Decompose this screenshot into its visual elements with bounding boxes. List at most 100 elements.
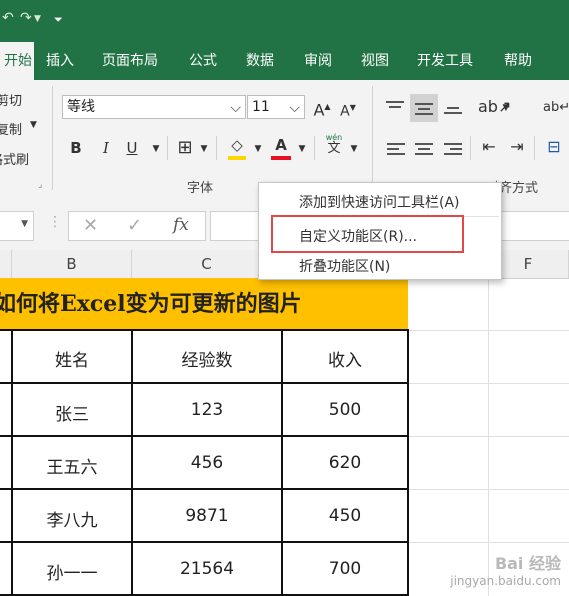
- name-box-dropdown-icon[interactable]: ▼: [21, 219, 28, 229]
- enter-icon[interactable]: ✓: [127, 215, 142, 236]
- table-cell[interactable]: 王五六: [12, 453, 132, 478]
- drag-handle-icon[interactable]: ⋮: [48, 214, 62, 230]
- redo-icon[interactable]: ↷: [20, 10, 32, 26]
- increase-font-size-button[interactable]: A▲: [312, 96, 332, 121]
- font-color-dropdown-icon[interactable]: ▼: [296, 138, 308, 160]
- underline-button[interactable]: U: [122, 137, 142, 159]
- table-cell[interactable]: 张三: [12, 400, 132, 425]
- separator: [314, 136, 315, 160]
- highlight-box: [271, 215, 464, 253]
- formula-buttons: ✕ ✓ fx: [68, 211, 206, 241]
- tab-developer[interactable]: 开发工具: [415, 42, 475, 80]
- fill-color-dropdown-icon[interactable]: ▼: [252, 138, 264, 160]
- table-cell[interactable]: 9871: [132, 506, 282, 526]
- tab-insert[interactable]: 插入: [44, 42, 76, 80]
- table-cell[interactable]: 456: [132, 453, 282, 473]
- tab-page-layout[interactable]: 页面布局: [100, 42, 160, 80]
- separator: [216, 136, 217, 160]
- fill-color-icon[interactable]: ◇: [226, 134, 248, 160]
- gridline: [488, 278, 489, 596]
- title-bar: ↶ ↷ ▼ ⏷: [0, 0, 569, 42]
- font-name-value: 等线: [67, 99, 95, 115]
- sheet-title: 如何将Excel变为可更新的图片: [0, 291, 302, 317]
- phonetic-guide-button[interactable]: wén 文: [322, 132, 346, 155]
- align-bottom-icon[interactable]: [444, 104, 462, 117]
- watermark-url: jingyan.baidu.com: [450, 574, 561, 588]
- font-size-combo[interactable]: 11 ⌵: [247, 95, 305, 119]
- table-cell[interactable]: 21564: [132, 559, 282, 579]
- header-cell-name[interactable]: 姓名: [12, 346, 132, 371]
- italic-button[interactable]: I: [96, 137, 116, 159]
- tab-review[interactable]: 审阅: [302, 42, 334, 80]
- tab-help[interactable]: 帮助: [502, 42, 534, 80]
- table-cell[interactable]: 李八九: [12, 506, 132, 531]
- column-header-b[interactable]: B: [12, 250, 132, 278]
- tab-home[interactable]: 开始: [0, 42, 34, 80]
- customize-quick-access-icon[interactable]: ⏷: [54, 13, 63, 27]
- decrease-indent-icon[interactable]: ⇤: [478, 136, 500, 158]
- decrease-font-size-button[interactable]: A▼: [338, 97, 358, 123]
- align-center-icon[interactable]: [415, 140, 433, 158]
- gridline: [408, 436, 569, 437]
- insert-function-icon[interactable]: fx: [173, 215, 189, 235]
- redo-dropdown-icon[interactable]: ▼: [34, 14, 41, 24]
- header-cell-experience[interactable]: 经验数: [132, 346, 282, 371]
- orientation-icon[interactable]: ab↗: [478, 96, 511, 118]
- table-cell[interactable]: 123: [132, 400, 282, 420]
- merge-center-icon[interactable]: ⊟: [543, 136, 565, 158]
- tab-formulas[interactable]: 公式: [187, 42, 219, 80]
- name-box[interactable]: ▼: [0, 211, 34, 241]
- gridline: [408, 383, 569, 384]
- table-cell[interactable]: 620: [282, 453, 408, 473]
- underline-dropdown-icon[interactable]: ▼: [150, 138, 162, 160]
- gridline: [408, 489, 569, 490]
- table-cell[interactable]: 450: [282, 506, 408, 526]
- menu-item-add-to-quick-access[interactable]: 添加到快速访问工具栏(A): [299, 192, 460, 212]
- undo-icon[interactable]: ↶: [2, 10, 14, 26]
- tab-view[interactable]: 视图: [359, 42, 391, 80]
- align-left-icon[interactable]: [387, 140, 405, 158]
- wrap-text-icon[interactable]: ab↵: [543, 97, 569, 119]
- table-border: [0, 382, 409, 384]
- clipboard-launcher-icon[interactable]: ⌟: [38, 180, 42, 190]
- table-cell[interactable]: 500: [282, 400, 408, 420]
- separator: [534, 136, 535, 160]
- bold-button[interactable]: B: [66, 137, 86, 159]
- table-cell[interactable]: 孙一一: [12, 559, 132, 584]
- phonetic-dropdown-icon[interactable]: ▼: [348, 138, 360, 160]
- chevron-down-icon[interactable]: ⌵: [230, 97, 241, 119]
- table-cell[interactable]: 700: [282, 559, 408, 579]
- separator: [470, 136, 471, 160]
- increase-indent-icon[interactable]: ⇥: [506, 136, 528, 158]
- cancel-icon[interactable]: ✕: [83, 215, 98, 236]
- border-dropdown-icon[interactable]: ▼: [198, 138, 210, 160]
- separator: [52, 86, 53, 190]
- copy-button[interactable]: 复制: [0, 119, 22, 138]
- font-name-combo[interactable]: 等线 ⌵: [62, 95, 246, 119]
- table-border: [0, 488, 409, 490]
- tab-data[interactable]: 数据: [244, 42, 276, 80]
- border-icon[interactable]: ⊞: [174, 137, 196, 159]
- table-border: [0, 329, 409, 331]
- copy-dropdown-icon[interactable]: ▼: [30, 120, 37, 130]
- orientation-dropdown-icon[interactable]: ▼: [500, 97, 512, 119]
- table-border: [0, 435, 409, 437]
- sheet-title-cell[interactable]: 如何将Excel变为可更新的图片: [0, 278, 408, 330]
- font-group-label: 字体: [187, 181, 214, 196]
- table-border: [0, 541, 409, 543]
- ribbon-tabs: 开始 插入 页面布局 公式 数据 审阅 视图 开发工具 帮助: [0, 42, 569, 80]
- watermark: Bai 经验 jingyan.baidu.com: [450, 550, 561, 588]
- font-color-icon[interactable]: A: [270, 134, 292, 160]
- font-size-value: 11: [252, 99, 270, 115]
- header-cell-income[interactable]: 收入: [282, 346, 408, 371]
- align-middle-icon[interactable]: [415, 100, 433, 118]
- format-painter-button[interactable]: 格式刷: [0, 149, 29, 168]
- separator: [372, 86, 373, 190]
- menu-item-collapse-ribbon[interactable]: 折叠功能区(N): [299, 256, 390, 276]
- chevron-down-icon[interactable]: ⌵: [289, 97, 300, 119]
- column-header[interactable]: [0, 250, 12, 278]
- cut-button[interactable]: 剪切: [0, 90, 22, 109]
- align-top-icon[interactable]: [386, 98, 404, 111]
- align-right-icon[interactable]: [444, 140, 462, 158]
- watermark-logo-text: Bai 经验: [494, 554, 561, 573]
